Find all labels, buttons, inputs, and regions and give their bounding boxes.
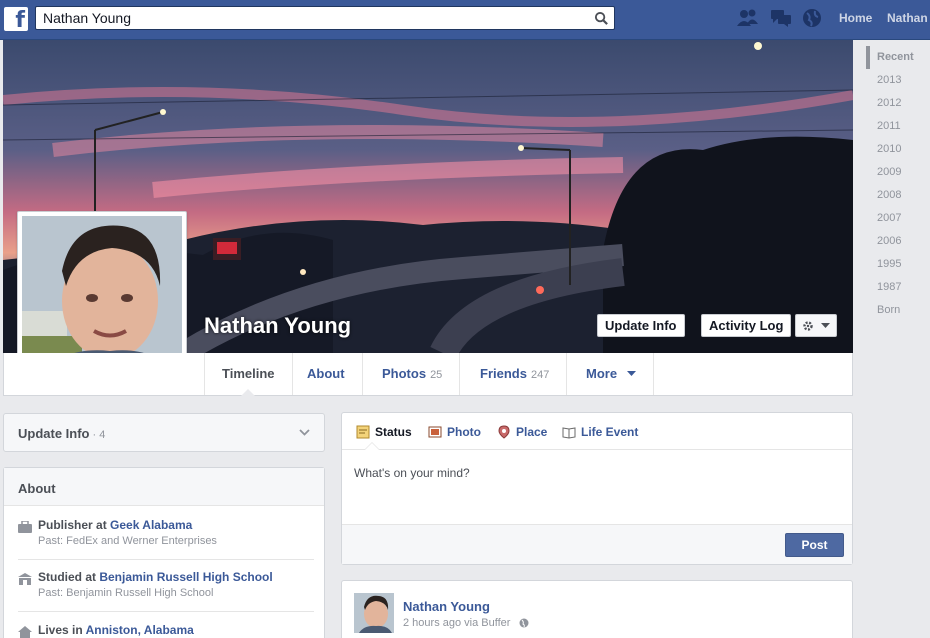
year-link[interactable]: 2012 (866, 92, 930, 115)
gear-icon (803, 321, 813, 331)
composer-tab-photo[interactable]: Photo (428, 425, 481, 439)
timeline-story: Nathan Young 2 hours ago via Buffer (341, 580, 853, 638)
composer-tabs: Status Photo Place Life Event (342, 413, 852, 450)
profile-avatar-image (22, 216, 182, 376)
about-work-item: Publisher at Geek Alabama Past: FedEx an… (18, 518, 314, 560)
privacy-globe-icon[interactable] (519, 618, 529, 628)
update-info-title: Update Info · 4 (18, 426, 106, 441)
composer-tab-place-label: Place (516, 425, 548, 439)
about-work-link[interactable]: Geek Alabama (110, 518, 192, 532)
composer-tab-status-label: Status (375, 425, 412, 439)
update-info-card[interactable]: Update Info · 4 (3, 413, 325, 452)
post-composer: Status Photo Place Life Event What's on … (341, 412, 853, 565)
story-avatar-image (354, 593, 394, 633)
messages-icon[interactable] (770, 8, 792, 28)
tab-more[interactable]: More (569, 353, 654, 395)
about-education-link[interactable]: Benjamin Russell High School (99, 570, 272, 584)
about-title: About (4, 468, 324, 506)
home-icon (18, 626, 32, 638)
search-value: Nathan Young (43, 10, 131, 26)
year-link[interactable]: 2011 (866, 115, 930, 138)
tab-more-label: More (586, 366, 618, 381)
year-link[interactable]: 2006 (866, 230, 930, 253)
notifications-globe-icon[interactable] (801, 8, 823, 28)
about-education-item: Studied at Benjamin Russell High School … (18, 570, 314, 612)
update-info-button[interactable]: Update Info (597, 314, 685, 337)
photo-icon (428, 426, 442, 438)
settings-dropdown-button[interactable] (795, 314, 837, 337)
facebook-logo-icon[interactable]: f (4, 7, 28, 31)
profile-name: Nathan Young (204, 313, 352, 338)
about-education-prefix: Studied at (38, 570, 100, 584)
composer-tab-life-event[interactable]: Life Event (562, 425, 638, 439)
tab-photos-count: 25 (430, 369, 443, 381)
tab-photos[interactable]: Photos 25 (365, 353, 461, 395)
profile-tab-bar: Timeline About Photos 25 Friends 247 More (3, 353, 853, 396)
year-link[interactable]: 2008 (866, 184, 930, 207)
friend-requests-icon[interactable] (737, 8, 759, 28)
briefcase-icon (18, 521, 32, 533)
search-icon[interactable] (594, 11, 609, 26)
tab-timeline[interactable]: Timeline (204, 353, 293, 396)
post-button[interactable]: Post (785, 533, 844, 557)
status-input[interactable]: What's on your mind? (342, 450, 852, 524)
year-link[interactable]: 2013 (866, 69, 930, 92)
top-bar: f Nathan Young Home Nathan (0, 0, 930, 40)
composer-tab-place[interactable]: Place (497, 425, 547, 439)
caret-down-icon (821, 323, 830, 328)
school-icon (18, 573, 32, 585)
tab-friends-label: Friends (480, 366, 527, 381)
activity-log-button[interactable]: Activity Log (701, 314, 792, 337)
tab-about-label: About (307, 366, 345, 381)
story-meta: 2 hours ago via Buffer (403, 617, 529, 629)
about-work-prefix: Publisher at (38, 518, 111, 532)
about-work-past: Past: FedEx and Werner Enterprises (38, 535, 217, 547)
year-link[interactable]: 1987 (866, 276, 930, 299)
chevron-down-icon (626, 371, 636, 376)
about-location-prefix: Lives in (38, 623, 86, 637)
tab-photos-label: Photos (382, 366, 427, 381)
update-info-count: 4 (99, 429, 106, 441)
about-education-past: Past: Benjamin Russell High School (38, 587, 214, 599)
year-link[interactable]: 2009 (866, 161, 930, 184)
story-author-name[interactable]: Nathan Young (403, 599, 490, 614)
about-location-link[interactable]: Anniston, Alabama (86, 623, 194, 637)
year-link[interactable]: 1995 (866, 253, 930, 276)
book-icon (562, 427, 576, 439)
about-card: About Publisher at Geek Alabama Past: Fe… (3, 467, 325, 638)
status-pencil-icon (356, 425, 370, 439)
about-location-item: Lives in Anniston, Alabama (18, 623, 314, 638)
update-info-title-text: Update Info (18, 426, 90, 441)
tab-friends-count: 247 (530, 369, 550, 381)
composer-tab-life-event-label: Life Event (581, 425, 639, 439)
map-pin-icon (498, 425, 510, 439)
tab-timeline-label: Timeline (222, 366, 275, 381)
tab-friends[interactable]: Friends 247 (463, 353, 568, 395)
chevron-down-icon[interactable] (299, 429, 310, 436)
timeline-year-nav: Recent 2013 2012 2011 2010 2009 2008 200… (866, 46, 930, 322)
story-author-avatar[interactable] (354, 593, 394, 633)
search-input[interactable]: Nathan Young (35, 6, 615, 30)
nav-home-link[interactable]: Home (839, 11, 872, 25)
story-timestamp[interactable]: 2 hours ago via Buffer (403, 617, 510, 629)
tab-about[interactable]: About (290, 353, 363, 395)
year-link[interactable]: 2007 (866, 207, 930, 230)
composer-tab-status[interactable]: Status (356, 425, 412, 439)
composer-footer: Post (342, 524, 852, 564)
year-link[interactable]: 2010 (866, 138, 930, 161)
year-link-recent[interactable]: Recent (866, 46, 930, 69)
year-link-born[interactable]: Born (866, 299, 930, 322)
nav-profile-link[interactable]: Nathan (887, 11, 928, 25)
composer-tab-pointer (364, 442, 380, 450)
composer-tab-photo-label: Photo (447, 425, 481, 439)
